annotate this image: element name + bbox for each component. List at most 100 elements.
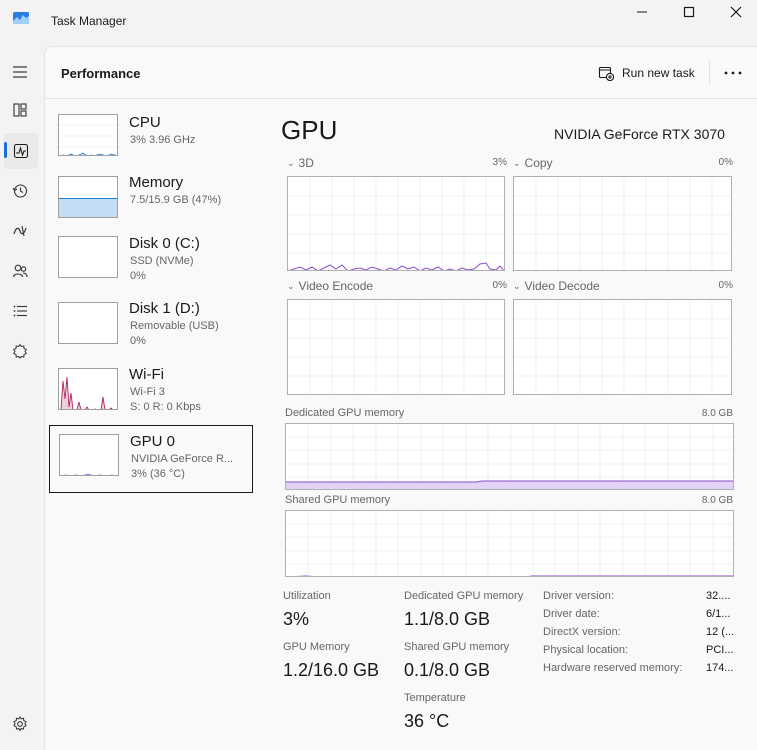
hamburger-menu-icon — [13, 66, 27, 78]
details-icon — [13, 305, 27, 317]
app-history-icon — [12, 184, 28, 198]
engine-video-decode-graph — [513, 299, 732, 395]
device-usage: 0% — [130, 335, 146, 347]
task-manager-window: Task Manager Performance Run new task CP… — [0, 0, 757, 750]
driver-version-value: 32.... — [706, 590, 731, 602]
engine-percent: 0% — [718, 280, 733, 291]
run-new-task-label: Run new task — [622, 66, 695, 80]
utilization-label: Utilization — [283, 590, 331, 602]
nav-details[interactable] — [0, 293, 40, 329]
device-gpu-0[interactable]: GPU 0 NVIDIA GeForce R... 3% (36 °C) — [49, 425, 253, 493]
hardware-reserved-memory-value: 174... — [706, 662, 734, 674]
device-usage: 3% (36 °C) — [131, 468, 185, 480]
disk1-thumbnail-graph — [58, 302, 118, 344]
device-name: GPU 0 — [130, 433, 176, 450]
dedicated-memory-capacity: 8.0 GB — [701, 408, 733, 419]
temperature-value: 36 °C — [404, 711, 450, 731]
physical-location-label: Physical location: — [543, 644, 628, 656]
device-disk-0[interactable]: Disk 0 (C:) SSD (NVMe) 0% — [49, 230, 253, 298]
device-detail: 7.5/15.9 GB (47%) — [130, 194, 222, 206]
chevron-down-icon: ⌄ — [287, 280, 295, 291]
device-name: Disk 1 (D:) — [129, 300, 200, 317]
device-usage: 0% — [130, 270, 146, 282]
maximize-icon — [683, 6, 695, 18]
device-detail: Removable (USB) — [130, 320, 219, 332]
more-options-icon — [724, 71, 742, 75]
engine-video-encode-graph — [287, 299, 505, 395]
dedicated-memory-graph — [285, 423, 734, 490]
nav-services[interactable] — [0, 333, 40, 369]
nav-performance[interactable] — [4, 133, 38, 169]
close-button[interactable] — [713, 0, 757, 24]
nav-users[interactable] — [0, 253, 40, 289]
shared-memory-graph — [285, 510, 734, 577]
performance-panel: Performance Run new task CPU 3% 3.96 GHz… — [44, 46, 757, 750]
engine-copy-selector[interactable]: ⌄ Copy — [513, 156, 553, 170]
gpu-title: GPU — [281, 115, 338, 145]
chevron-down-icon: ⌄ — [513, 280, 521, 291]
maximize-button[interactable] — [666, 0, 712, 24]
device-name: Disk 0 (C:) — [129, 235, 200, 252]
cpu-thumbnail-graph — [58, 114, 118, 156]
memory-fill-level — [59, 198, 117, 217]
device-disk-1[interactable]: Disk 1 (D:) Removable (USB) 0% — [49, 295, 253, 363]
settings-button[interactable] — [0, 712, 40, 736]
device-detail: 3% 3.96 GHz — [130, 134, 196, 146]
minimize-button[interactable] — [619, 0, 665, 24]
driver-date-label: Driver date: — [543, 608, 600, 620]
header-divider — [709, 61, 710, 85]
directx-version-label: DirectX version: — [543, 626, 621, 638]
driver-date-value: 6/1... — [706, 608, 731, 620]
device-memory[interactable]: Memory 7.5/15.9 GB (47%) — [49, 169, 253, 237]
memory-thumbnail-graph — [58, 176, 118, 218]
device-detail: SSD (NVMe) — [130, 255, 194, 267]
gpu-thumbnail-graph — [59, 434, 119, 476]
close-icon — [730, 6, 742, 18]
startup-apps-icon — [13, 225, 27, 237]
run-new-task-button[interactable]: Run new task — [598, 63, 695, 83]
task-manager-icon — [13, 12, 29, 24]
physical-location-value: PCI... — [706, 644, 734, 656]
engine-video-encode-selector[interactable]: ⌄ Video Encode — [287, 279, 373, 293]
engine-percent: 3% — [492, 157, 507, 168]
run-new-task-icon — [598, 66, 614, 81]
engine-percent: 0% — [492, 280, 507, 291]
directx-version-value: 12 (... — [706, 626, 735, 638]
device-throughput: S: 0 R: 0 Kbps — [130, 401, 201, 413]
gpu-memory-label: GPU Memory — [283, 641, 350, 653]
disk0-thumbnail-graph — [58, 236, 118, 278]
device-name: Memory — [129, 174, 184, 191]
page-title: Performance — [61, 66, 141, 81]
device-name: Wi-Fi — [129, 366, 164, 383]
nav-app-history[interactable] — [0, 173, 40, 209]
dedicated-gpu-memory-value: 1.1/8.0 GB — [404, 609, 491, 629]
device-wifi[interactable]: Wi-Fi Wi-Fi 3 S: 0 R: 0 Kbps — [49, 361, 253, 429]
engine-3d-selector[interactable]: ⌄ 3D — [287, 156, 314, 170]
engine-label: Copy — [524, 156, 553, 170]
performance-icon — [13, 143, 29, 159]
shared-gpu-memory-label: Shared GPU memory — [404, 641, 510, 653]
hardware-reserved-memory-label: Hardware reserved memory: — [543, 662, 683, 674]
wifi-thumbnail-graph — [58, 368, 118, 410]
driver-version-label: Driver version: — [543, 590, 614, 602]
hamburger-menu-button[interactable] — [0, 54, 40, 90]
gpu-model: NVIDIA GeForce RTX 3070 — [554, 126, 725, 142]
engine-label: Video Decode — [524, 279, 600, 293]
gpu-memory-value: 1.2/16.0 GB — [283, 660, 380, 680]
device-cpu[interactable]: CPU 3% 3.96 GHz — [49, 109, 253, 177]
navigation-rail — [0, 46, 44, 750]
gear-icon — [13, 716, 27, 732]
engine-video-decode-selector[interactable]: ⌄ Video Decode — [513, 279, 600, 293]
nav-startup-apps[interactable] — [0, 213, 40, 249]
shared-gpu-memory-value: 0.1/8.0 GB — [404, 660, 491, 680]
panel-header: Performance Run new task — [45, 47, 757, 99]
more-options-button[interactable] — [721, 63, 745, 83]
nav-processes[interactable] — [0, 92, 40, 128]
engine-percent: 0% — [718, 157, 733, 168]
engine-label: 3D — [298, 156, 314, 170]
device-name: CPU — [129, 114, 161, 131]
window-title: Task Manager — [51, 14, 127, 28]
dedicated-memory-label: Dedicated GPU memory — [285, 407, 405, 419]
users-icon — [12, 264, 28, 278]
utilization-value: 3% — [283, 609, 310, 629]
